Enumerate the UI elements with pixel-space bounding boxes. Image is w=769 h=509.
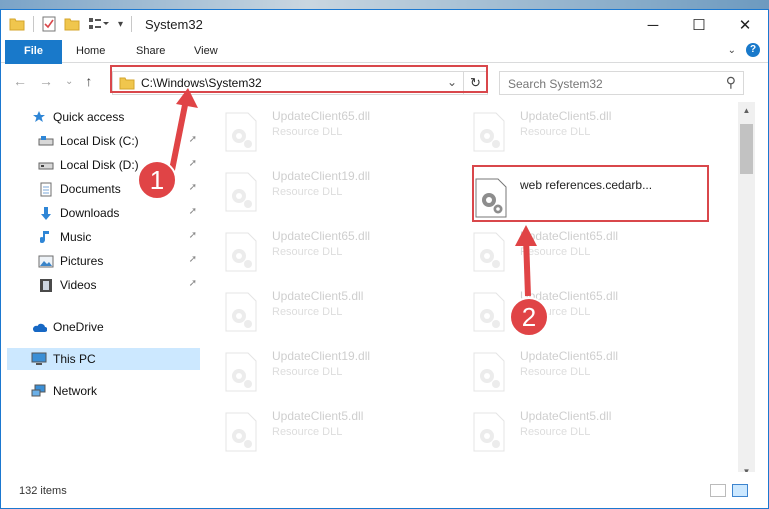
arrow-1-head: [176, 88, 198, 108]
arrow-2-head: [515, 225, 537, 246]
arrow-1: [169, 99, 189, 171]
step-1-marker: 1: [137, 160, 177, 200]
annotation-arrows: [169, 88, 537, 297]
arrow-2: [523, 237, 531, 297]
step-2-marker: 2: [509, 297, 549, 337]
